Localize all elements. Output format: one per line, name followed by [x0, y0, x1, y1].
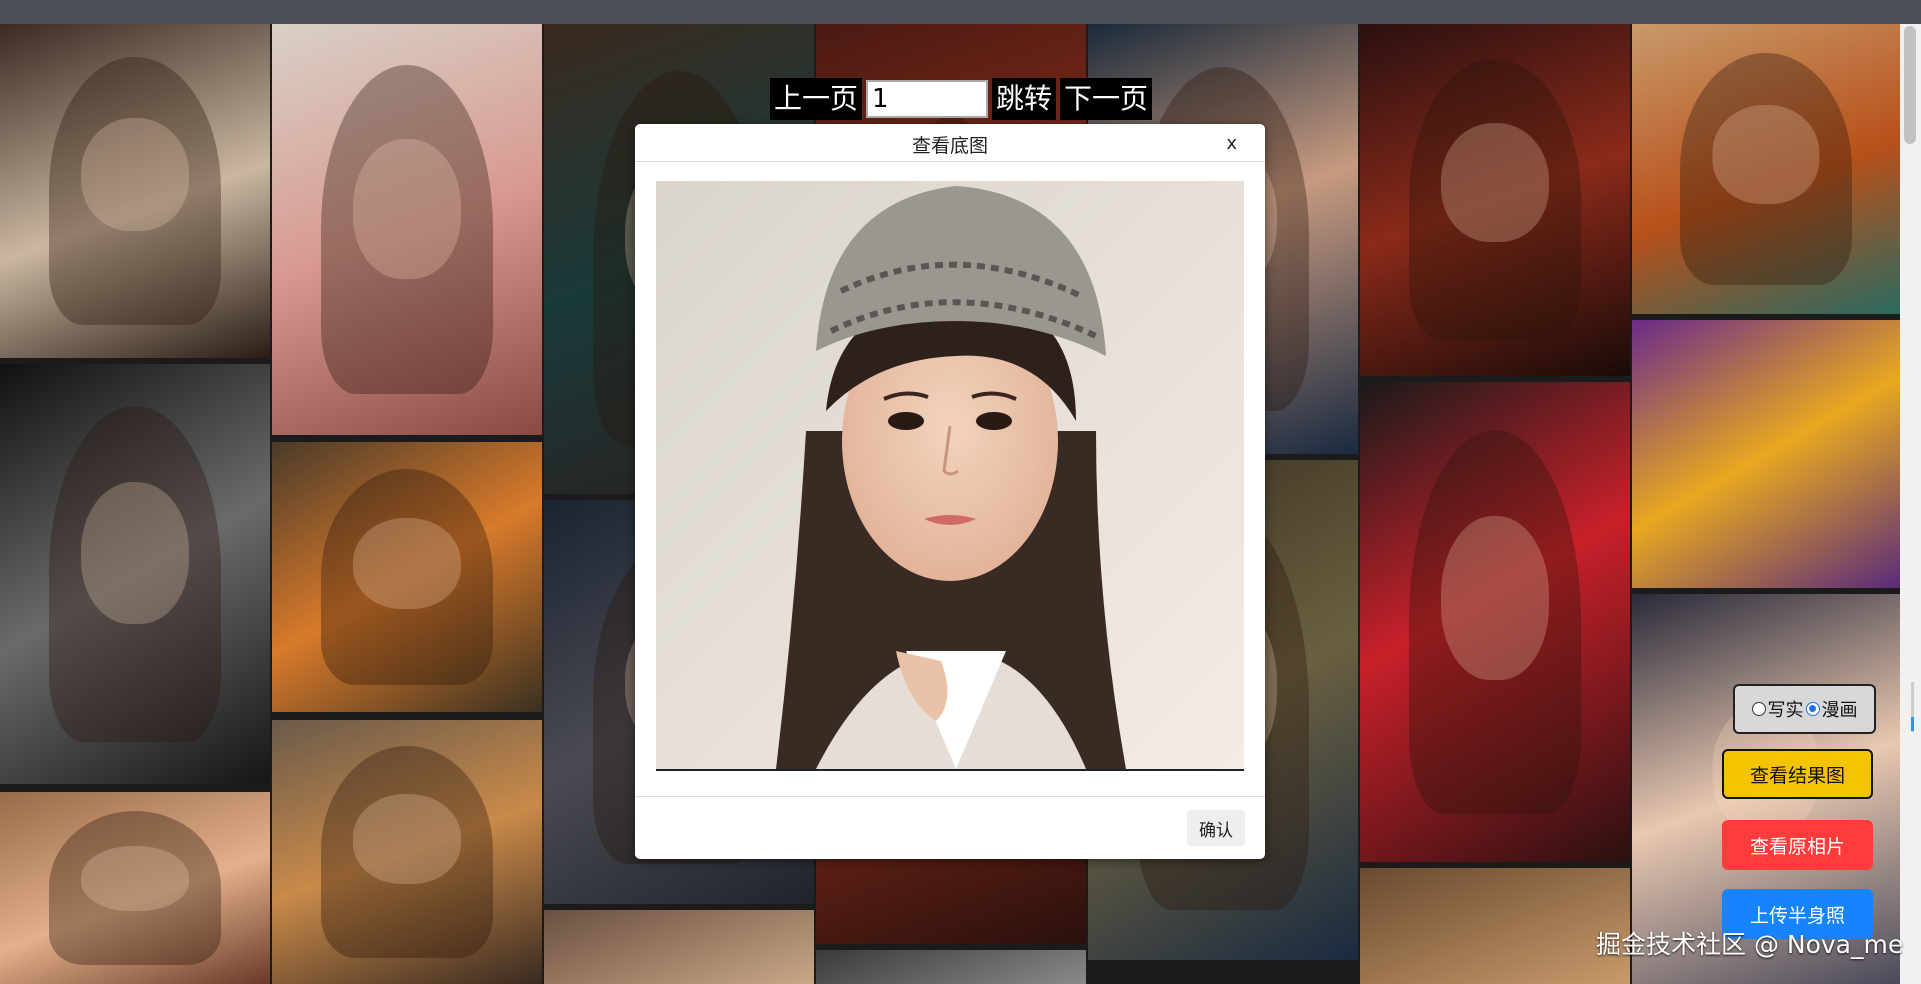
radio-realistic[interactable] — [1751, 702, 1766, 716]
gallery-image[interactable] — [0, 364, 270, 784]
confirm-button[interactable]: 确认 — [1187, 810, 1245, 846]
gallery-image[interactable] — [0, 24, 270, 358]
gallery-image[interactable] — [1360, 24, 1630, 376]
radio-comic[interactable] — [1805, 702, 1820, 716]
view-result-button[interactable]: 查看结果图 — [1722, 749, 1873, 799]
gallery-image[interactable] — [1360, 868, 1630, 984]
prev-page-button[interactable]: 上一页 — [770, 78, 863, 120]
gallery-image[interactable] — [272, 442, 542, 712]
gallery-image[interactable] — [272, 720, 542, 984]
style-toggle: 写实 漫画 — [1733, 684, 1876, 734]
gallery-image[interactable] — [272, 24, 542, 435]
page-number-input[interactable] — [866, 80, 989, 118]
page-scrollbar[interactable] — [1900, 24, 1921, 984]
dialog-header: 查看底图 x — [635, 124, 1265, 162]
radio-comic-label: 漫画 — [1821, 700, 1858, 721]
base-image-preview — [656, 181, 1244, 771]
side-scroll-indicator-thumb — [1911, 717, 1914, 731]
pagination-bar: 上一页 跳转 下一页 — [770, 77, 1153, 121]
gallery-image[interactable] — [1632, 320, 1900, 588]
jump-page-button[interactable]: 跳转 — [992, 78, 1057, 120]
view-original-button[interactable]: 查看原相片 — [1722, 820, 1873, 870]
scrollbar-thumb[interactable] — [1904, 26, 1916, 144]
view-base-image-dialog: 查看底图 x 确认 — [635, 124, 1265, 859]
gallery-image[interactable] — [544, 910, 814, 984]
browser-top-bar — [0, 0, 1921, 24]
gallery-image[interactable] — [816, 950, 1086, 984]
dialog-footer: 确认 — [635, 796, 1265, 860]
gallery-image[interactable] — [0, 792, 270, 984]
gallery-image[interactable] — [1360, 382, 1630, 862]
radio-realistic-label: 写实 — [1767, 700, 1804, 721]
close-button[interactable]: x — [1220, 132, 1243, 155]
portrait-illustration — [656, 181, 1244, 769]
next-page-button[interactable]: 下一页 — [1060, 78, 1153, 120]
dialog-title: 查看底图 — [911, 135, 988, 157]
watermark: 掘金技术社区 @ Nova_me — [1596, 930, 1904, 959]
gallery-image[interactable] — [1632, 24, 1900, 314]
